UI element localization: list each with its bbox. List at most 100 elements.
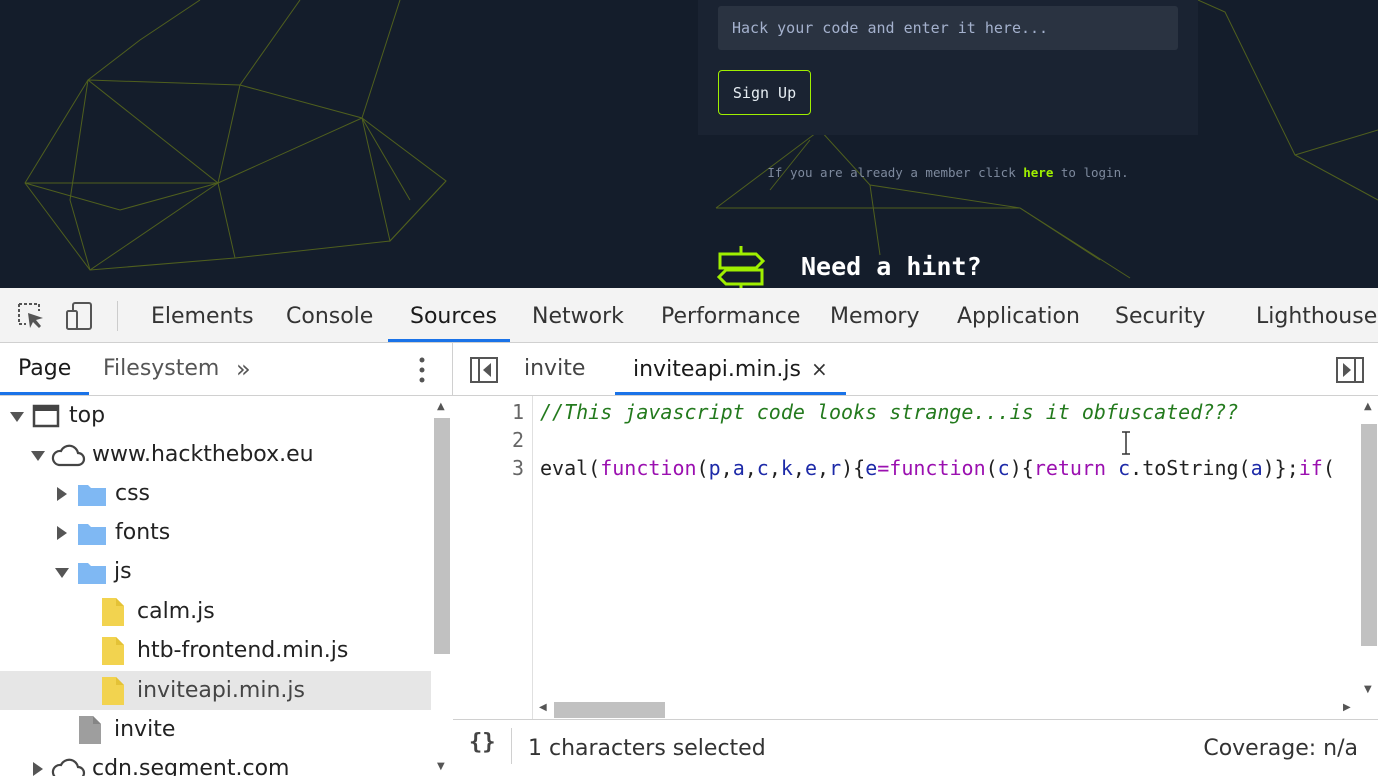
- editor-status-bar: {} 1 characters selected Coverage: n/a: [453, 719, 1378, 776]
- code-token: (: [696, 456, 709, 480]
- double-chevron-icon[interactable]: »: [236, 343, 251, 395]
- expanded-triangle-icon[interactable]: [9, 408, 25, 424]
- scroll-up-icon[interactable]: ▲: [1364, 402, 1372, 412]
- file-icon: [102, 637, 124, 665]
- code-token: eval(: [540, 456, 601, 480]
- devtools-panel: Elements Console Sources Network Perform…: [0, 288, 1378, 776]
- tree-item-hackthebox[interactable]: www.hackthebox.eu: [0, 435, 431, 474]
- toggle-debugger-icon[interactable]: [1336, 357, 1364, 383]
- tree-item-top[interactable]: top: [0, 396, 431, 435]
- code-token: ,: [720, 456, 733, 480]
- editor-vertical-scrollbar[interactable]: ▲ ▼: [1360, 396, 1378, 698]
- device-toolbar-icon[interactable]: [64, 300, 96, 332]
- inspect-element-icon[interactable]: [15, 300, 47, 332]
- coverage-status[interactable]: Coverage: n/a: [1203, 720, 1358, 778]
- code-token: function: [889, 456, 986, 480]
- tree-item-htb-frontend-js[interactable]: htb-frontend.min.js: [0, 631, 431, 670]
- tree-item-label: invite: [114, 717, 176, 742]
- tab-console[interactable]: Console: [264, 288, 395, 342]
- sources-navigator: Page Filesystem » top www.hackthebox.eu: [0, 343, 453, 776]
- line-number-gutter: 1 2 3: [453, 396, 533, 719]
- code-token: ,: [744, 456, 757, 480]
- tree-item-invite[interactable]: invite: [0, 710, 431, 749]
- editor-tab-inviteapi[interactable]: inviteapi.min.js ×: [615, 343, 846, 395]
- code-token: e: [865, 456, 878, 480]
- collapsed-triangle-icon[interactable]: [30, 761, 46, 776]
- code-token: return: [1033, 456, 1107, 480]
- editor-vertical-thumb[interactable]: [1361, 424, 1377, 646]
- tree-item-calm-js[interactable]: calm.js: [0, 592, 431, 631]
- code-token: ){: [1009, 456, 1034, 480]
- editor-horizontal-scrollbar[interactable]: ◀ ▶: [533, 698, 1360, 718]
- code-token: ){: [841, 456, 866, 480]
- code-editor[interactable]: //This javascript code looks strange...i…: [540, 396, 1360, 719]
- invite-code-input[interactable]: [718, 6, 1178, 50]
- code-token: if: [1298, 456, 1323, 480]
- code-line-1: //This javascript code looks strange...i…: [540, 400, 1239, 424]
- tree-item-inviteapi-js[interactable]: inviteapi.min.js: [0, 671, 431, 710]
- hint-section: Need a hint?: [716, 242, 982, 288]
- hint-title: Need a hint?: [801, 252, 982, 281]
- line-number[interactable]: 3: [512, 456, 524, 480]
- tree-item-fonts[interactable]: fonts: [0, 513, 431, 552]
- editor-tab-label: inviteapi.min.js: [633, 357, 801, 382]
- sign-up-button[interactable]: Sign Up: [718, 70, 811, 115]
- frame-icon: [32, 404, 60, 428]
- line-number[interactable]: 1: [512, 400, 524, 424]
- tab-memory[interactable]: Memory: [808, 288, 941, 342]
- scroll-right-icon[interactable]: ▶: [1343, 703, 1351, 713]
- code-token: (: [1322, 456, 1335, 480]
- scroll-left-icon[interactable]: ◀: [539, 703, 547, 713]
- sources-editor: invite inviteapi.min.js × 1 2 3 //This ja…: [453, 343, 1378, 776]
- code-token: =: [877, 456, 890, 480]
- code-token: )};: [1262, 456, 1299, 480]
- cloud-icon: [51, 758, 86, 776]
- expanded-triangle-icon[interactable]: [30, 447, 46, 463]
- login-link[interactable]: here: [1023, 165, 1053, 180]
- tree-item-label: www.hackthebox.eu: [92, 442, 314, 467]
- code-token: (: [985, 456, 998, 480]
- collapsed-triangle-icon[interactable]: [54, 525, 70, 541]
- toolbar-separator: [117, 301, 118, 331]
- file-tree: top www.hackthebox.eu css fonts js calm.…: [0, 396, 431, 776]
- close-icon[interactable]: ×: [811, 357, 828, 381]
- line-number[interactable]: 2: [512, 428, 524, 452]
- navigator-scrollbar[interactable]: ▲ ▼: [431, 396, 453, 776]
- tab-page[interactable]: Page: [0, 343, 90, 395]
- tab-performance[interactable]: Performance: [639, 288, 822, 342]
- tab-elements[interactable]: Elements: [129, 288, 276, 342]
- status-separator: [511, 728, 512, 764]
- navigator-scroll-thumb[interactable]: [434, 418, 450, 654]
- tab-network[interactable]: Network: [510, 288, 646, 342]
- pretty-print-icon[interactable]: {}: [469, 730, 496, 755]
- scroll-up-icon[interactable]: ▲: [437, 402, 445, 412]
- cloud-icon: [51, 444, 86, 467]
- tab-security[interactable]: Security: [1093, 288, 1227, 342]
- editor-horizontal-thumb[interactable]: [554, 702, 665, 718]
- tree-item-css[interactable]: css: [0, 474, 431, 513]
- editor-tab-invite[interactable]: invite: [524, 343, 585, 395]
- scroll-down-icon[interactable]: ▼: [1364, 685, 1372, 695]
- tree-item-js[interactable]: js: [0, 552, 431, 591]
- tab-application[interactable]: Application: [935, 288, 1102, 342]
- vertical-dots-icon[interactable]: [412, 355, 432, 385]
- tree-item-label: js: [114, 559, 132, 584]
- member-login-text: If you are already a member click here t…: [698, 165, 1198, 180]
- tab-sources[interactable]: Sources: [388, 288, 510, 342]
- page-viewport: Sign Up If you are already a member clic…: [0, 0, 1378, 288]
- expanded-triangle-icon[interactable]: [54, 564, 70, 580]
- code-token: k: [780, 456, 793, 480]
- tree-item-cdn-segment[interactable]: cdn.segment.com: [0, 749, 431, 776]
- editor-tabs: invite inviteapi.min.js ×: [453, 343, 1378, 396]
- tab-filesystem[interactable]: Filesystem: [103, 343, 219, 395]
- tab-lighthouse[interactable]: Lighthouse: [1234, 288, 1378, 342]
- code-token: .toString(: [1130, 456, 1251, 480]
- code-token: ,: [817, 456, 830, 480]
- toggle-navigator-icon[interactable]: [470, 357, 498, 383]
- tree-item-label: css: [115, 481, 151, 506]
- folder-icon: [78, 485, 106, 506]
- tree-item-label: cdn.segment.com: [92, 756, 290, 776]
- collapsed-triangle-icon[interactable]: [54, 486, 70, 502]
- member-prefix-text: If you are already a member click: [767, 165, 1024, 180]
- scroll-down-icon[interactable]: ▼: [437, 762, 445, 772]
